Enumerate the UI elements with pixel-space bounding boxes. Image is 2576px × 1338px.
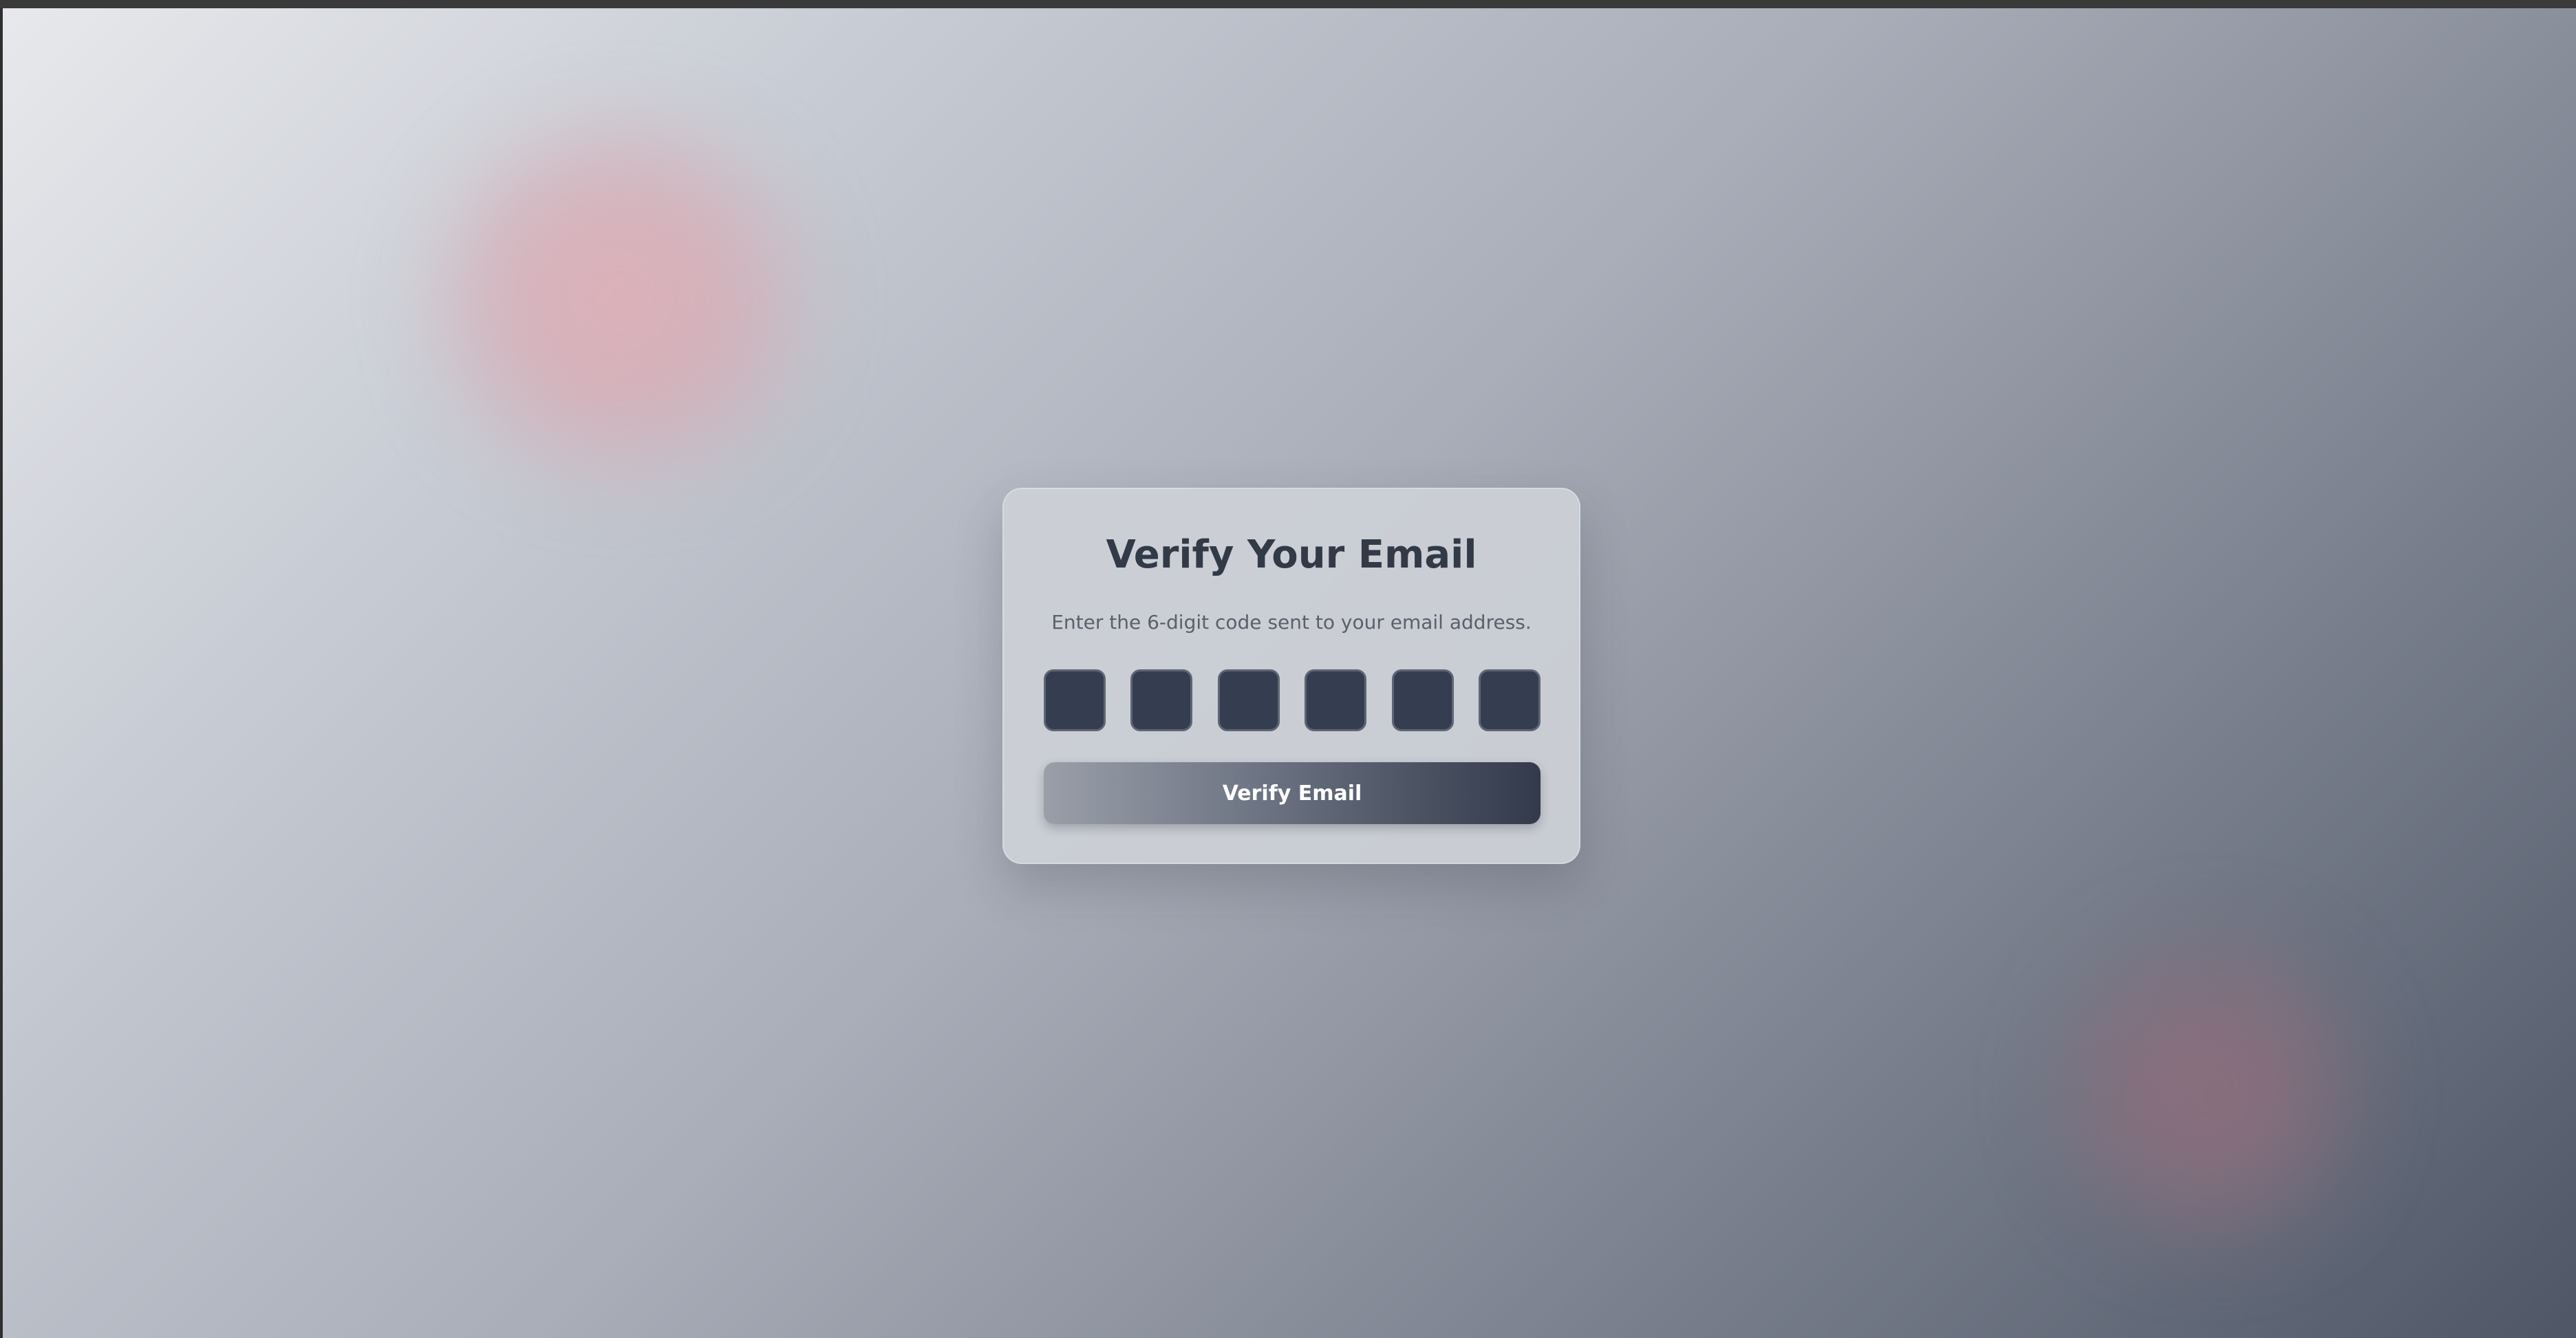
window-left-edge	[0, 8, 3, 1338]
code-digit-3[interactable]	[1217, 669, 1280, 731]
decorative-pink-blob	[440, 131, 798, 468]
verify-email-button[interactable]: Verify Email	[1044, 762, 1541, 824]
page-title: Verify Your Email	[1106, 532, 1477, 577]
decorative-mauve-blob	[2064, 942, 2353, 1238]
code-input-row	[1044, 669, 1541, 731]
instruction-text: Enter the 6-digit code sent to your emai…	[1051, 611, 1532, 634]
window-top-bar	[0, 0, 2576, 8]
code-digit-6[interactable]	[1478, 669, 1541, 731]
code-digit-2[interactable]	[1130, 669, 1193, 731]
code-digit-4[interactable]	[1305, 669, 1367, 731]
code-digit-5[interactable]	[1391, 669, 1454, 731]
code-digit-1[interactable]	[1044, 669, 1106, 731]
verify-email-card: Verify Your Email Enter the 6-digit code…	[1002, 488, 1580, 864]
